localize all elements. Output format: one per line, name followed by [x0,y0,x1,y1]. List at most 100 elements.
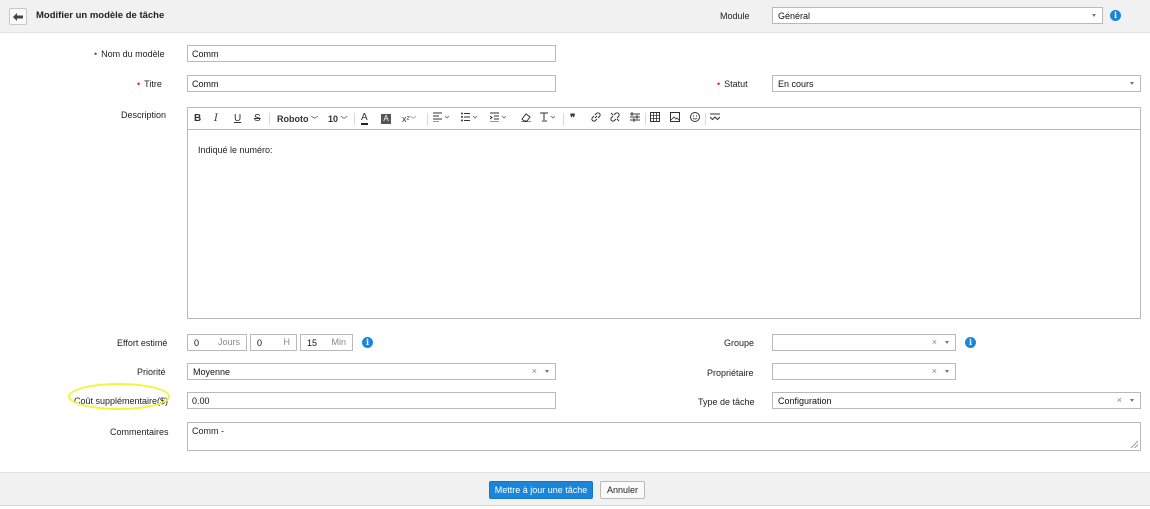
effort-hours-unit: H [283,337,291,347]
superscript-glyph: x² [402,114,410,124]
titre-label-text: Titre [144,79,162,89]
titre-input[interactable]: Comm [187,75,556,92]
module-value: Général [778,11,811,21]
unlink-icon[interactable] [610,112,620,126]
required-marker: • [94,49,98,59]
proprietaire-label: Propriétaire [707,368,754,378]
toolbar-divider [563,113,564,125]
statut-value: En cours [778,79,814,89]
table-icon[interactable] [650,112,660,126]
highlight-annotation [68,383,170,410]
collapse-toolbar-icon[interactable] [709,112,721,126]
priorite-select[interactable]: Moyenne × [187,363,556,380]
italic-icon[interactable]: I [214,112,218,126]
chevron-down-icon: ﹀ [311,117,319,124]
chevron-down-icon [1092,14,1096,17]
background-color-icon[interactable]: A [381,114,391,124]
footer-bar: Mettre à jour une tâche Annuler [0,472,1150,506]
module-label: Module [720,11,750,21]
editor-toolbar: B I U S Roboto ﹀ 10 ﹀ A A x²﹀ ❞ [187,107,1141,130]
chevron-down-icon: ﹀ [409,117,417,124]
clear-icon[interactable]: × [932,337,937,347]
font-family-select[interactable]: Roboto ﹀ [277,112,318,126]
effort-days-value: 0 [194,338,200,348]
effort-days-unit: Jours [217,337,240,347]
eraser-icon[interactable] [521,112,531,126]
clear-icon[interactable]: × [932,366,937,376]
bold-icon[interactable]: B [194,112,201,126]
type-label: Type de tâche [698,397,755,407]
commentaires-label: Commentaires [110,427,169,437]
required-marker: • [137,79,141,89]
info-icon[interactable]: i [965,337,976,348]
chevron-down-icon [545,370,549,373]
groupe-label: Groupe [724,338,755,348]
indent-icon[interactable] [489,112,508,126]
strikethrough-icon[interactable]: S [254,112,261,126]
link-icon[interactable] [591,112,601,126]
proprietaire-select[interactable]: × [772,363,956,380]
effort-hours-value: 0 [257,338,263,348]
type-value: Configuration [778,396,832,406]
info-icon[interactable]: i [362,337,373,348]
arrow-left-icon [13,12,23,21]
cout-input[interactable]: 0.00 [187,392,556,409]
cancel-button[interactable]: Annuler [600,481,645,499]
effort-minutes-unit: Min [331,337,346,347]
chevron-down-icon [945,341,949,344]
nom-input[interactable]: Comm [187,45,556,62]
image-icon[interactable] [670,112,680,126]
font-color-icon[interactable]: A [361,112,368,125]
chevron-down-icon: ﹀ [340,117,348,124]
clear-icon[interactable]: × [532,366,537,376]
update-task-button[interactable]: Mettre à jour une tâche [489,481,593,499]
align-left-icon[interactable] [433,112,451,126]
chevron-down-icon [1130,82,1134,85]
effort-minutes-value: 15 [307,338,318,348]
toolbar-divider [269,113,270,125]
statut-select[interactable]: En cours [772,75,1141,92]
commentaires-value: Comm - [192,426,224,436]
page-title: Modifier un modèle de tâche [36,10,165,21]
required-marker: • [717,79,721,89]
clean-format-icon[interactable] [630,112,640,126]
toolbar-divider [354,113,355,125]
back-button[interactable] [9,8,27,25]
effort-days-input[interactable]: 0 Jours [187,334,247,351]
nom-label: • Nom du modèle [94,49,165,59]
info-icon[interactable]: i [1110,10,1121,21]
toolbar-divider [427,113,428,125]
emoji-icon[interactable] [690,112,700,126]
superscript-icon[interactable]: x²﹀ [402,112,417,126]
font-size-select[interactable]: 10 ﹀ [328,112,348,126]
statut-label: • Statut [717,79,748,89]
titre-label: • Titre [137,79,162,89]
priorite-label: Priorité [137,367,166,377]
clear-icon[interactable]: × [1117,395,1122,405]
text-format-icon[interactable] [540,112,558,126]
toolbar-divider [645,113,646,125]
effort-label: Effort estimé [117,338,168,348]
nom-label-text: Nom du modèle [101,49,165,59]
commentaires-textarea[interactable]: Comm - [187,422,1141,451]
effort-minutes-input[interactable]: 15 Min [300,334,353,351]
resize-handle-icon[interactable] [1131,441,1138,448]
description-text: Indiqué le numéro: [198,145,273,155]
underline-icon[interactable]: U [234,112,241,126]
effort-hours-input[interactable]: 0 H [250,334,297,351]
description-label: Description [121,110,167,120]
chevron-down-icon [945,370,949,373]
statut-label-text: Statut [724,79,748,89]
font-size-value: 10 [328,114,339,124]
bullet-list-icon[interactable] [461,112,479,126]
groupe-select[interactable]: × [772,334,956,351]
font-family-value: Roboto [277,114,309,124]
module-select[interactable]: Général [772,7,1103,24]
priorite-value: Moyenne [193,367,231,377]
description-editor[interactable]: Indiqué le numéro: [187,130,1141,319]
type-select[interactable]: Configuration × [772,392,1141,409]
header-bar: Modifier un modèle de tâche Module Génér… [0,0,1150,33]
quote-icon[interactable]: ❞ [570,112,575,126]
chevron-down-icon [1130,399,1134,402]
toolbar-divider [705,113,706,125]
